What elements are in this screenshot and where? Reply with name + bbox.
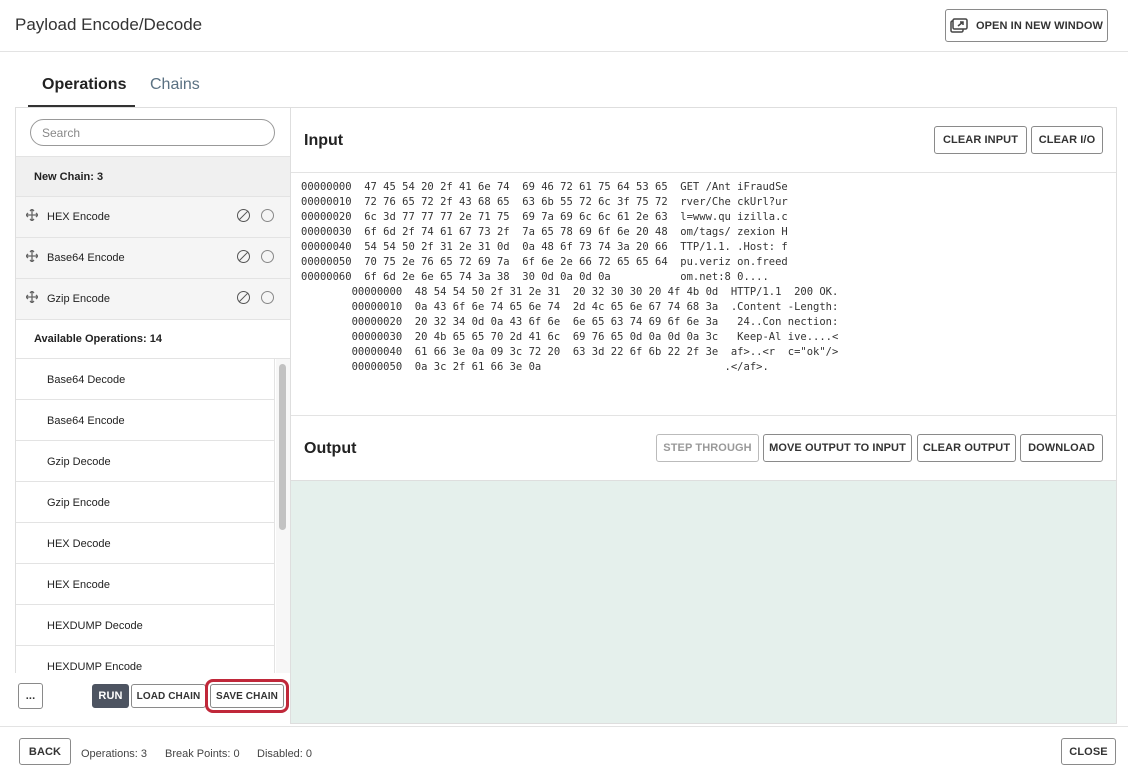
list-item[interactable]: HEXDUMP Encode <box>16 646 275 675</box>
drag-handle-icon[interactable] <box>26 209 38 221</box>
back-button[interactable]: BACK <box>19 738 71 765</box>
load-chain-button[interactable]: LOAD CHAIN <box>131 684 206 708</box>
tab-operations[interactable]: Operations <box>42 76 126 94</box>
list-item-label: Gzip Decode <box>47 456 111 468</box>
breakpoint-icon[interactable] <box>261 291 274 304</box>
list-item[interactable]: Base64 Encode <box>16 400 275 441</box>
list-item[interactable]: HEX Decode <box>16 523 275 564</box>
move-output-to-input-button[interactable]: MOVE OUTPUT TO INPUT <box>763 434 912 462</box>
available-operations-list: Base64 Decode Base64 Encode Gzip Decode … <box>16 359 275 675</box>
clear-output-button[interactable]: CLEAR OUTPUT <box>917 434 1016 462</box>
breakpoint-icon[interactable] <box>261 250 274 263</box>
disable-icon[interactable] <box>237 291 250 304</box>
output-area[interactable] <box>291 480 1116 723</box>
list-item-label: Gzip Encode <box>47 497 110 509</box>
drag-handle-icon[interactable] <box>26 250 38 262</box>
io-panel: Input CLEAR INPUT CLEAR I/O 00000000 47 … <box>290 107 1117 724</box>
list-item[interactable]: Base64 Decode <box>16 359 275 400</box>
step-through-button[interactable]: STEP THROUGH <box>656 434 759 462</box>
external-window-icon <box>950 18 968 33</box>
chain-item[interactable]: HEX Encode <box>16 197 290 238</box>
chain-actions-bar: ... RUN LOAD CHAIN SAVE CHAIN <box>15 673 290 724</box>
chain-header: New Chain: 3 <box>16 156 290 197</box>
chain-item-label: HEX Encode <box>47 211 110 223</box>
output-title: Output <box>304 440 357 457</box>
available-operations-header: Available Operations: 14 <box>16 319 290 359</box>
list-item-label: Base64 Decode <box>47 374 126 386</box>
run-button[interactable]: RUN <box>92 684 129 708</box>
search-input[interactable] <box>30 119 275 146</box>
chain-item[interactable]: Base64 Encode <box>16 238 290 279</box>
close-button[interactable]: CLOSE <box>1061 738 1116 765</box>
list-item-label: HEXDUMP Decode <box>47 620 143 632</box>
operations-panel: New Chain: 3 HEX Encode Base64 Encode Gz… <box>15 107 290 724</box>
clear-io-button[interactable]: CLEAR I/O <box>1031 126 1103 154</box>
dialog-header: Payload Encode/Decode OPEN IN NEW WINDOW <box>0 0 1128 52</box>
save-chain-button[interactable]: SAVE CHAIN <box>205 679 289 713</box>
disable-icon[interactable] <box>237 209 250 222</box>
list-item-label: HEX Encode <box>47 579 110 591</box>
list-item-label: HEX Decode <box>47 538 111 550</box>
input-title: Input <box>304 132 344 149</box>
clear-input-button[interactable]: CLEAR INPUT <box>934 126 1027 154</box>
list-item[interactable]: HEXDUMP Decode <box>16 605 275 646</box>
scrollbar-thumb[interactable] <box>279 364 286 530</box>
chain-item-label: Gzip Encode <box>47 293 110 305</box>
list-item-label: Base64 Encode <box>47 415 125 427</box>
break-points-count: Break Points: 0 <box>165 748 240 760</box>
input-textarea[interactable]: 00000000 47 45 54 20 2f 41 6e 74 69 46 7… <box>291 172 1116 416</box>
open-in-new-window-label: OPEN IN NEW WINDOW <box>975 19 1104 32</box>
list-item-label: HEXDUMP Encode <box>47 661 143 673</box>
open-in-new-window-button[interactable]: OPEN IN NEW WINDOW <box>945 9 1108 42</box>
tab-chains[interactable]: Chains <box>150 76 200 94</box>
dialog-title: Payload Encode/Decode <box>15 15 203 34</box>
more-button[interactable]: ... <box>18 683 43 709</box>
operations-count: Operations: 3 <box>81 748 148 760</box>
list-item[interactable]: Gzip Decode <box>16 441 275 482</box>
list-item[interactable]: HEX Encode <box>16 564 275 605</box>
disable-icon[interactable] <box>237 250 250 263</box>
chain-item[interactable]: Gzip Encode <box>16 279 290 320</box>
chain-item-label: Base64 Encode <box>47 252 125 264</box>
download-button[interactable]: DOWNLOAD <box>1020 434 1103 462</box>
drag-handle-icon[interactable] <box>26 291 38 303</box>
disabled-count: Disabled: 0 <box>257 748 313 760</box>
breakpoint-icon[interactable] <box>261 209 274 222</box>
list-item[interactable]: Gzip Encode <box>16 482 275 523</box>
